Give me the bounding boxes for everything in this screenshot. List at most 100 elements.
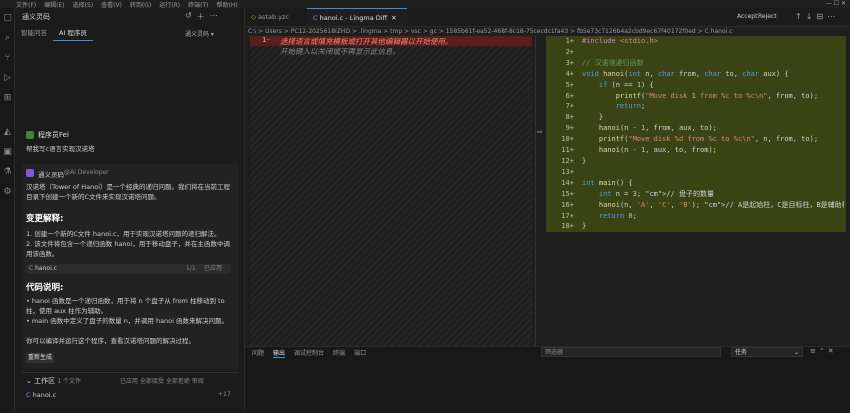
line-number: 18+	[561, 222, 574, 231]
file-chip-name: hanoi.c	[35, 265, 57, 272]
explorer-icon[interactable]: ▢	[3, 14, 12, 23]
panel-tab-output[interactable]: 输出	[273, 348, 286, 358]
list-item: • hanoi 函数是一个递归函数，用于将 n 个盘子从 from 柱移动到 t…	[26, 297, 225, 315]
panel-tab-debug-console[interactable]: 调试控制台	[294, 348, 324, 358]
workspace-title-label: 工作区	[34, 377, 56, 385]
code-content[interactable]: #include <stdio.h> // 汉诺塔递归函数 void hanoi(…	[582, 36, 844, 232]
file-chip[interactable]: C hanoi.c 1/1 已应用	[26, 264, 231, 274]
code-line[interactable]: hanoi(n - 1, aux, to, from);	[582, 145, 844, 156]
workspace-file-count: +17	[218, 391, 231, 398]
arrow-right-icon[interactable]: ⇨	[536, 128, 544, 136]
menu-item[interactable]: 选择(S)	[73, 0, 94, 9]
test-icon[interactable]: ⚗	[3, 168, 12, 177]
workspace-actions[interactable]: 已应用 全部接受 全部拒绝 审阅	[120, 376, 204, 385]
line-number: 15+	[561, 189, 574, 198]
run-debug-icon[interactable]: ▷	[3, 74, 12, 83]
code-line[interactable]	[582, 167, 844, 178]
more-icon[interactable]: ⋯	[210, 11, 218, 22]
regenerate-button[interactable]: 重新生成	[26, 353, 54, 363]
code-line[interactable]: printf("Move disk %d from %c to %c\n", n…	[582, 134, 844, 145]
extensions-icon[interactable]: ⊞	[3, 94, 12, 103]
close-icon[interactable]: ✕	[387, 14, 396, 22]
menu-item[interactable]: 查看(V)	[101, 0, 122, 9]
search-icon[interactable]: ⌕	[3, 34, 12, 43]
line-number: 7+	[565, 102, 574, 111]
task-select[interactable]: 任务 ⌄	[731, 347, 803, 357]
tab-ai-developer[interactable]: AI 程序员	[53, 26, 93, 41]
line-number: 17+	[561, 211, 574, 220]
code-line[interactable]: }	[582, 112, 844, 123]
code-line[interactable]: // 汉诺塔递归函数	[582, 58, 844, 69]
c-file-icon: C	[29, 265, 34, 272]
gear-icon[interactable]: ⚙	[3, 188, 12, 197]
code-line[interactable]	[582, 47, 844, 58]
menu-item[interactable]: 转到(G)	[130, 0, 151, 9]
chevron-down-icon: ⌄	[793, 349, 799, 356]
editor-toolbar[interactable]: ↑↓⊟⋯	[795, 12, 839, 21]
editor-empty-area[interactable]	[546, 232, 846, 346]
file-chip-status: 已应用	[204, 265, 223, 272]
code-line[interactable]: hanoi(n - 1, from, aux, to);	[582, 123, 844, 134]
activity-bar: ▢ ⌕ ⑂ ▷ ⊞ ◭ ▣ ⚗ ⚙	[0, 8, 15, 412]
code-line[interactable]: return;	[582, 101, 844, 112]
menu-item[interactable]: 文件(F)	[16, 0, 36, 9]
tab-label: hanoi.c - Lingma Diff	[319, 14, 388, 22]
code-line[interactable]: hanoi(n, 'A', 'C', 'B'); "cm">// A是起始柱，C…	[582, 200, 844, 211]
code-line[interactable]: int main() {	[582, 178, 844, 189]
closing-text: 你可以编译并运行这个程序，查看汉诺塔问题的解决过程。	[26, 337, 195, 345]
source-control-icon[interactable]: ⑂	[3, 54, 12, 63]
filter-input[interactable]: 筛选器	[541, 347, 721, 357]
tab-hanoi-diff[interactable]: C hanoi.c - Lingma Diff ✕	[307, 8, 407, 26]
line-number: 8+	[565, 113, 574, 122]
reject-button[interactable]: Reject	[758, 13, 777, 20]
workspace-file[interactable]: C hanoi.c	[26, 391, 56, 399]
side-panel-toolbar: ↺ ＋ ⋯	[185, 11, 218, 22]
menu-item[interactable]: 终端(T)	[188, 0, 208, 9]
new-chat-icon[interactable]: ＋	[197, 11, 205, 22]
line-number: 9+	[565, 124, 574, 133]
workspace-meta: 1 个文件	[57, 378, 82, 385]
panel-tab-problems[interactable]: 问题	[252, 348, 264, 358]
line-number: 11+	[561, 146, 574, 155]
list-item: 1. 创建一个新的C文件 hanoi.c，用于实现汉诺塔问题的递归解法。	[26, 230, 221, 238]
code-line[interactable]: }	[582, 156, 844, 167]
lingma-icon[interactable]: ◭	[3, 128, 12, 137]
breadcrumb[interactable]: C:\ > Users > PC12-2025618IZHD > .lingma…	[248, 28, 848, 35]
panel-toolbar[interactable]: ≡⌃✕	[810, 347, 837, 355]
code-line[interactable]: printf("Move disk 1 from %c to %c\n", fr…	[582, 91, 844, 102]
code-line[interactable]: void hanoi(int n, char from, char to, ch…	[582, 69, 844, 80]
tab-smart-qa[interactable]: 智能问答	[15, 26, 53, 40]
chat-icon[interactable]: ▣	[3, 148, 12, 157]
code-line[interactable]: return 0;	[582, 211, 844, 222]
line-number: 4+	[565, 69, 574, 78]
user-name: 程序员Fei	[38, 131, 69, 139]
ai-name: 通义灵码	[38, 171, 64, 179]
line-number: 1−	[262, 36, 271, 44]
workspace-title[interactable]: ⌄ 工作区 1 个文件	[26, 376, 81, 386]
line-number: 5+	[565, 80, 574, 89]
list-item: • main 函数中定义了盘子的数量 n，并调用 hanoi 函数来解决问题。	[26, 317, 229, 325]
line-number: 1+	[565, 37, 574, 45]
accept-button[interactable]: Accept	[737, 13, 757, 20]
panel-tab-ports[interactable]: 端口	[354, 348, 366, 358]
user-avatar	[26, 131, 34, 139]
code-line[interactable]: if (n == 1) {	[582, 80, 844, 91]
line-number: 13+	[561, 167, 574, 176]
menu-item[interactable]: 编辑(E)	[44, 0, 64, 9]
diff-original-pane[interactable]	[250, 36, 532, 346]
steps-list: 1. 创建一个新的C文件 hanoi.c，用于实现汉诺塔问题的递归解法。 2. …	[26, 229, 234, 259]
ai-role-tag: @AI Developer	[64, 169, 109, 176]
history-icon[interactable]: ↺	[185, 11, 192, 22]
model-selector[interactable]: 通义灵码 ▾	[185, 29, 214, 38]
window-controls[interactable]: — ☐ ✕	[826, 0, 846, 7]
menu-item[interactable]: 运行(R)	[159, 0, 180, 9]
panel-tab-terminal[interactable]: 终端	[333, 348, 345, 358]
line-number: 14+	[561, 178, 574, 187]
tab-astab[interactable]: ◇ astab.yzc	[245, 8, 305, 26]
section-heading: 代码说明:	[26, 283, 64, 293]
code-line[interactable]: int n = 3; "cm">// 盘子的数量	[582, 189, 844, 200]
code-line[interactable]: #include <stdio.h>	[582, 36, 844, 47]
code-line[interactable]: }	[582, 221, 844, 232]
section-heading: 变更解释:	[26, 214, 64, 224]
menu-item[interactable]: 帮助(H)	[216, 0, 237, 9]
